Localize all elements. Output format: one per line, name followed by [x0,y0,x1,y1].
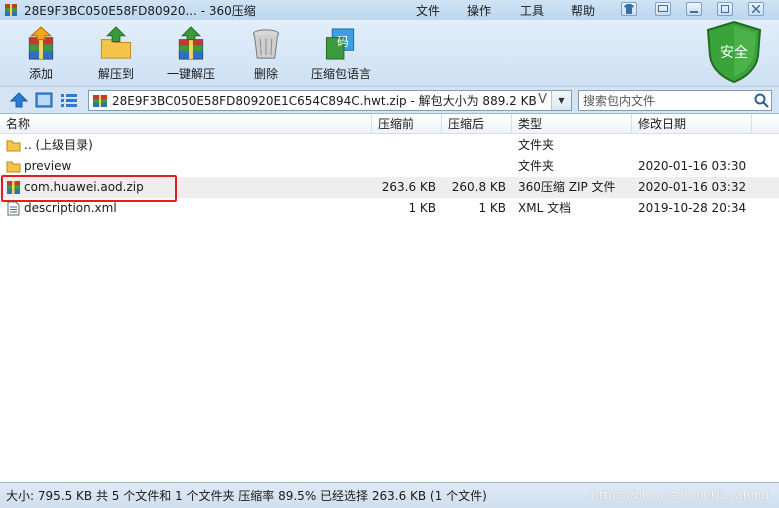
extract-to-label: 解压到 [97,67,134,81]
window-title: 28E9F3BC050E58FD80920... - 360压缩 [24,3,256,18]
row-size-before: 263.6 KB [381,180,436,194]
one-click-extract-icon [178,26,204,60]
one-click-extract-label: 一键解压 [166,67,215,81]
maximize-icon[interactable] [717,2,733,16]
close-icon[interactable] [748,2,764,16]
column-header-name[interactable]: 名称 [0,114,372,134]
address-path: 28E9F3BC050E58FD80920E1C654C894C.hwt.zip… [112,94,537,108]
folder-icon [6,140,21,152]
row-name: preview [24,159,72,173]
folder-icon [6,161,21,173]
language-code-icon: 码 [325,28,355,60]
search-icon[interactable] [754,93,769,108]
row-size-before: 1 KB [408,201,436,215]
row-size-after: 260.8 KB [451,180,506,194]
add-label: 添加 [28,67,53,81]
add-archive-icon [28,26,54,60]
one-click-extract-button[interactable]: 一键解压 [156,26,226,82]
row-type: 360压缩 ZIP 文件 [518,180,616,194]
extract-folder-icon [100,26,132,59]
status-text: 大小: 795.5 KB 共 5 个文件和 1 个文件夹 压缩率 89.5% 已… [6,489,487,503]
column-header-date[interactable]: 修改日期 [632,114,752,134]
trash-bin-icon [252,29,280,59]
row-type: 文件夹 [518,159,555,173]
verify-mark[interactable]: V [538,92,547,107]
menu-tools[interactable]: 工具 [520,0,544,20]
row-date: 2019-10-28 20:34 [638,201,747,215]
archive-language-button[interactable]: 码 压缩包语言 [306,26,376,82]
up-arrow-icon[interactable] [10,92,28,108]
address-field[interactable]: 28E9F3BC050E58FD80920E1C654C894C.hwt.zip… [88,90,572,111]
table-row[interactable]: preview 文件夹 2020-01-16 03:30 [0,156,779,177]
xml-file-icon [7,201,20,216]
row-name: .. (上级目录) [24,138,93,152]
app-archive-icon [5,4,17,16]
language-glyph: 码 [337,34,349,48]
row-date: 2020-01-16 03:30 [638,159,747,173]
menu-file[interactable]: 文件 [416,0,440,20]
chevron-down-icon: ▼ [558,96,565,105]
delete-button[interactable]: 删除 [231,26,301,82]
toolbar: 添加 解压到 一键解压 删除 码 压缩包语言 [0,20,779,86]
large-icon-view-icon[interactable] [35,92,53,108]
column-header-before[interactable]: 压缩前 [372,114,442,134]
row-type: 文件夹 [518,138,555,152]
row-type: XML 文档 [518,201,572,215]
row-date: 2020-01-16 03:32 [638,180,747,194]
menu-help[interactable]: 帮助 [571,0,595,20]
security-label: 安全 [720,44,748,61]
extract-to-button[interactable]: 解压到 [81,26,151,82]
add-button[interactable]: 添加 [6,26,76,82]
list-view-icon[interactable] [60,92,78,108]
archive-icon [93,94,107,107]
address-dropdown-button[interactable]: ▼ [551,91,571,110]
search-placeholder: 搜索包内文件 [583,94,656,108]
menu-operate[interactable]: 操作 [467,0,491,20]
column-header-filler [752,114,779,134]
column-header-type[interactable]: 类型 [512,114,632,134]
skin-icon[interactable] [621,2,637,16]
minimize-icon[interactable] [686,2,702,16]
column-header-after[interactable]: 压缩后 [442,114,512,134]
message-icon[interactable] [655,2,671,16]
status-bar: 大小: 795.5 KB 共 5 个文件和 1 个文件夹 压缩率 89.5% 已… [0,482,779,508]
watermark-text: https://blog.csdn.net/l_canjnu [591,488,769,502]
annotation-highlight-box [1,175,177,202]
security-shield-icon[interactable]: 安全 [704,20,764,84]
file-list[interactable]: 名称 压缩前 压缩后 类型 修改日期 .. (上级目录) 文件夹 preview… [0,114,779,482]
row-size-after: 1 KB [478,201,506,215]
address-row: 28E9F3BC050E58FD80920E1C654C894C.hwt.zip… [0,86,779,114]
table-row[interactable]: .. (上级目录) 文件夹 [0,135,779,156]
delete-label: 删除 [253,67,278,81]
archive-language-label: 压缩包语言 [310,67,371,81]
search-input[interactable]: 搜索包内文件 [578,90,772,111]
